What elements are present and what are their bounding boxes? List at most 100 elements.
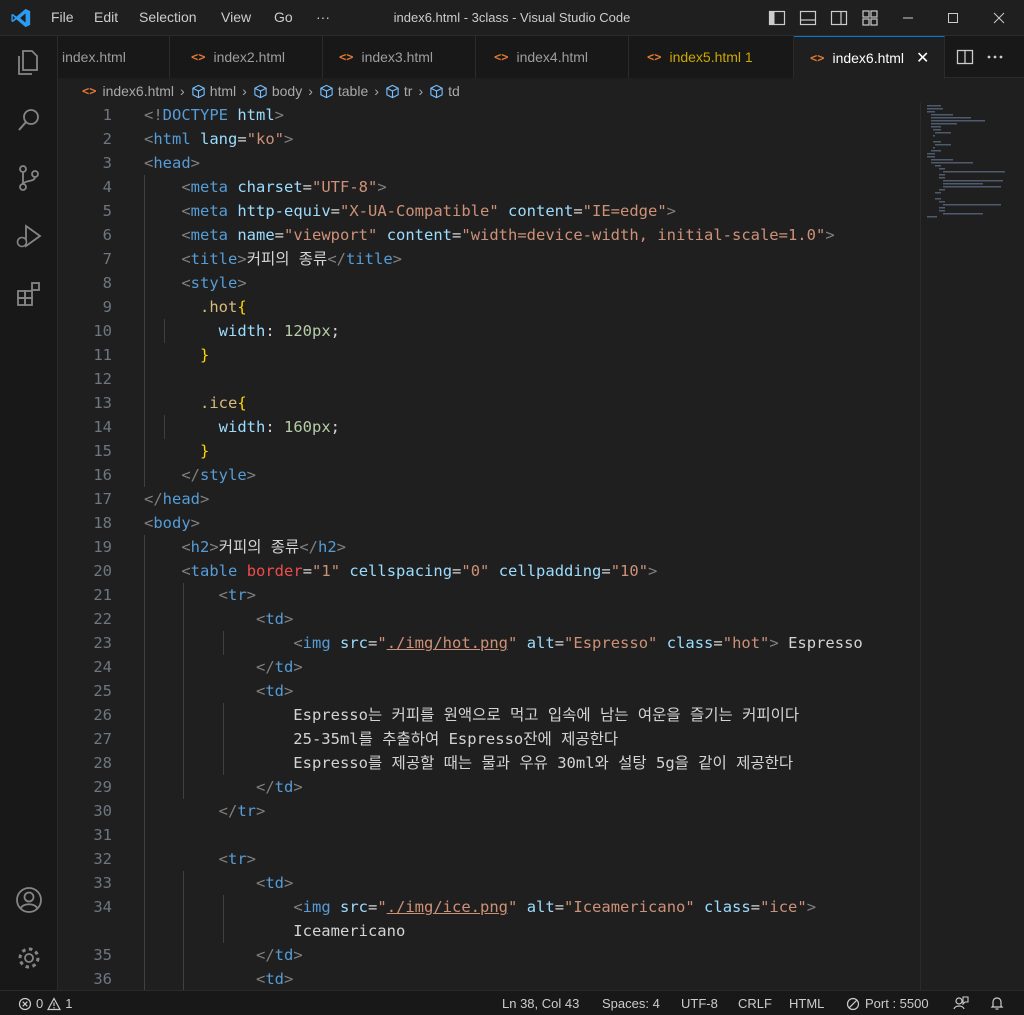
code-line[interactable]: 29 </td> bbox=[58, 775, 1024, 799]
code-token: = bbox=[601, 562, 611, 580]
code-line[interactable]: 12 bbox=[58, 367, 1024, 391]
source-control-icon[interactable] bbox=[13, 162, 45, 194]
menu-go[interactable]: Go bbox=[274, 9, 293, 25]
cursor-position[interactable]: Ln 38, Col 43 bbox=[502, 996, 579, 1011]
search-icon[interactable] bbox=[13, 104, 45, 136]
problems-indicator[interactable]: 0 1 bbox=[18, 996, 72, 1011]
explorer-icon[interactable] bbox=[13, 46, 45, 78]
element-cube-icon bbox=[320, 84, 333, 98]
code-line[interactable]: 27 25-35ml를 추출하여 Espresso잔에 제공한다 bbox=[58, 727, 1024, 751]
code-line[interactable]: 26 Espresso는 커피를 원액으로 먹고 입속에 남는 여운을 즐기는 … bbox=[58, 703, 1024, 727]
code-line[interactable]: 32 <tr> bbox=[58, 847, 1024, 871]
code-line[interactable]: 9 .hot{ bbox=[58, 295, 1024, 319]
tab-index5[interactable]: <> index5.html 1 bbox=[629, 36, 794, 78]
code-line[interactable]: 19 <h2>커피의 종류</h2> bbox=[58, 535, 1024, 559]
toggle-panel-icon[interactable] bbox=[798, 8, 818, 28]
settings-gear-icon[interactable] bbox=[13, 942, 45, 974]
code-line[interactable]: 8 <style> bbox=[58, 271, 1024, 295]
code-token: alt bbox=[526, 898, 555, 916]
code-line[interactable]: 30 </tr> bbox=[58, 799, 1024, 823]
code-token: < bbox=[181, 538, 191, 556]
maximize-button[interactable] bbox=[941, 6, 965, 30]
code-editor[interactable]: 1 <!DOCTYPE html> 2 <html lang="ko"> 3 <head>… bbox=[58, 103, 1024, 990]
code-token: "viewport" bbox=[284, 226, 378, 244]
menu-edit[interactable]: Edit bbox=[94, 9, 118, 25]
code-line[interactable]: 20 <table border="1" cellspacing="0" cel… bbox=[58, 559, 1024, 583]
live-server-port[interactable]: Port : 5500 bbox=[846, 996, 929, 1011]
close-tab-icon[interactable]: ✕ bbox=[916, 48, 929, 68]
breadcrumb-item-body[interactable]: body bbox=[253, 83, 302, 99]
encoding-setting[interactable]: UTF-8 bbox=[681, 996, 718, 1011]
run-and-debug-icon[interactable] bbox=[13, 220, 45, 252]
code-line[interactable]: 16 </style> bbox=[58, 463, 1024, 487]
notifications-bell-icon[interactable] bbox=[989, 995, 1005, 1011]
code-line[interactable]: 3 <head> bbox=[58, 151, 1024, 175]
code-line[interactable]: 31 bbox=[58, 823, 1024, 847]
code-line[interactable]: 7 <title>커피의 종류</title> bbox=[58, 247, 1024, 271]
eol-setting[interactable]: CRLF bbox=[738, 996, 772, 1011]
toggle-primary-sidebar-icon[interactable] bbox=[767, 8, 787, 28]
code-line[interactable]: 13 .ice{ bbox=[58, 391, 1024, 415]
breadcrumb-item-table[interactable]: table bbox=[319, 83, 368, 99]
more-actions-icon[interactable] bbox=[985, 47, 1005, 67]
code-token: td bbox=[274, 778, 294, 796]
customize-layout-icon[interactable] bbox=[860, 8, 880, 28]
code-line[interactable]: 15 } bbox=[58, 439, 1024, 463]
line-number: 24 bbox=[93, 658, 112, 676]
menu-view[interactable]: View bbox=[221, 9, 251, 25]
breadcrumb-item-tr[interactable]: tr bbox=[385, 83, 412, 99]
code-line[interactable]: 34 <img src="./img/ice.png" alt="Iceamer… bbox=[58, 895, 1024, 919]
code-line[interactable]: 35 </td> bbox=[58, 943, 1024, 967]
code-line[interactable]: 2 <html lang="ko"> bbox=[58, 127, 1024, 151]
code-line[interactable]: 18 <body> bbox=[58, 511, 1024, 535]
extensions-icon[interactable] bbox=[13, 278, 45, 310]
feedback-icon[interactable] bbox=[953, 995, 969, 1011]
code-line[interactable]: 33 <td> bbox=[58, 871, 1024, 895]
split-editor-icon[interactable] bbox=[955, 47, 975, 67]
tab-index6[interactable]: <> index6.html ✕ bbox=[794, 36, 945, 79]
code-token: < bbox=[144, 154, 154, 172]
menu-file[interactable]: File bbox=[51, 9, 74, 25]
code-line[interactable]: 5 <meta http-equiv="X-UA-Compatible" con… bbox=[58, 199, 1024, 223]
breadcrumb-item-file[interactable]: <> index6.html bbox=[82, 83, 174, 99]
breadcrumb-item-td[interactable]: td bbox=[429, 83, 460, 99]
accounts-icon[interactable] bbox=[13, 884, 45, 916]
code-line[interactable]: 23 <img src="./img/hot.png" alt="Espress… bbox=[58, 631, 1024, 655]
tab-index[interactable]: index.html bbox=[58, 36, 170, 78]
code-line[interactable]: 36 <td> bbox=[58, 967, 1024, 990]
code-token: td bbox=[265, 610, 284, 628]
tab-index2[interactable]: <> index2.html bbox=[170, 36, 323, 78]
code-line[interactable]: 21 <tr> bbox=[58, 583, 1024, 607]
breadcrumb-item-html[interactable]: html bbox=[191, 83, 236, 99]
code-line[interactable]: 6 <meta name="viewport" content="width=d… bbox=[58, 223, 1024, 247]
close-window-button[interactable] bbox=[987, 6, 1011, 30]
indentation-setting[interactable]: Spaces: 4 bbox=[602, 996, 660, 1011]
code-line[interactable]: 10 width: 120px; bbox=[58, 319, 1024, 343]
code-line[interactable]: Iceamericano bbox=[58, 919, 1024, 943]
tab-index3[interactable]: <> index3.html bbox=[323, 36, 476, 78]
code-line[interactable]: 25 <td> bbox=[58, 679, 1024, 703]
code-line[interactable]: 28 Espresso를 제공할 때는 물과 우유 30ml와 설탕 5g을 같… bbox=[58, 751, 1024, 775]
minimize-button[interactable] bbox=[896, 6, 920, 30]
code-line[interactable]: 14 width: 160px; bbox=[58, 415, 1024, 439]
language-mode[interactable]: HTML bbox=[789, 996, 824, 1011]
code-line[interactable]: 1 <!DOCTYPE html> bbox=[58, 103, 1024, 127]
code-token: > bbox=[284, 130, 294, 148]
line-number: 19 bbox=[93, 538, 112, 556]
menu-more[interactable]: ··· bbox=[316, 9, 330, 25]
element-cube-icon bbox=[430, 84, 443, 98]
minimap[interactable] bbox=[920, 103, 1024, 990]
code-line[interactable]: 11 } bbox=[58, 343, 1024, 367]
code-token: class bbox=[666, 634, 714, 652]
code-line[interactable]: 22 <td> bbox=[58, 607, 1024, 631]
code-line[interactable]: 24 </td> bbox=[58, 655, 1024, 679]
menu-selection[interactable]: Selection bbox=[139, 9, 197, 25]
toggle-secondary-sidebar-icon[interactable] bbox=[829, 8, 849, 28]
code-line[interactable]: 17 </head> bbox=[58, 487, 1024, 511]
tab-index4[interactable]: <> index4.html bbox=[476, 36, 629, 78]
code-line[interactable]: 4 <meta charset="UTF-8"> bbox=[58, 175, 1024, 199]
vscode-logo-icon[interactable] bbox=[10, 7, 32, 29]
element-cube-icon bbox=[386, 84, 399, 98]
code-token: ; bbox=[330, 322, 341, 340]
